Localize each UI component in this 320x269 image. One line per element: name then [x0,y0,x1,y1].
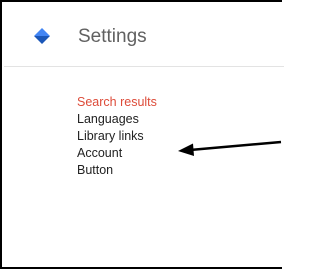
menu-item-button[interactable]: Button [77,162,157,179]
settings-header: Settings [4,4,284,67]
menu-item-library-links[interactable]: Library links [77,128,157,145]
screenshot-frame: Settings Search results Languages Librar… [0,0,284,269]
menu-item-languages[interactable]: Languages [77,111,157,128]
page-title: Settings [78,26,147,47]
settings-menu: Search results Languages Library links A… [77,94,157,179]
arrow-left-icon [178,140,282,156]
diamond-logo-icon [34,28,50,44]
menu-item-search-results[interactable]: Search results [77,94,157,111]
menu-item-account[interactable]: Account [77,145,157,162]
